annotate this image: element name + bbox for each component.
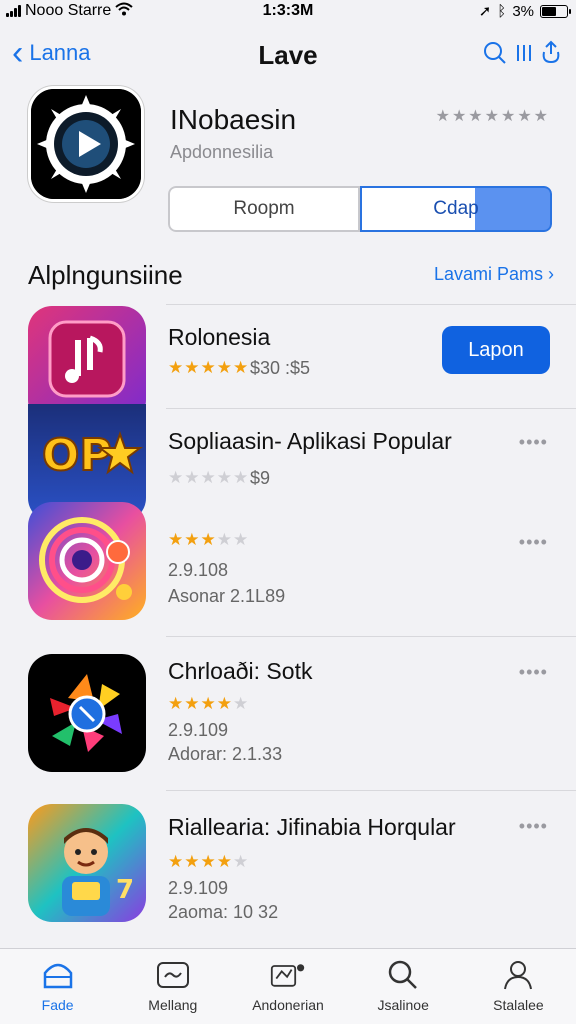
app-header: INobaesin Apdonnesilia ★★★★★★★ Roopm Cda…	[0, 86, 576, 246]
stars-empty: ★★	[216, 530, 250, 549]
tab-label: Jsalinoe	[377, 997, 429, 1013]
item-title: Sopliaasin- Aplikasi Popular	[168, 428, 452, 454]
tab-search[interactable]: Jsalinoe	[346, 949, 461, 1024]
see-all-link[interactable]: Lavami Pams ›	[434, 264, 554, 285]
item-version: 2.9.108	[168, 560, 229, 580]
app-icon	[28, 86, 144, 202]
tab-profile[interactable]: Stalalee	[461, 949, 576, 1024]
app-name: INobaesin	[170, 104, 297, 135]
item-size: Asonar 2.1L89	[168, 586, 286, 606]
tab-games[interactable]: Mellang	[115, 949, 230, 1024]
stars-filled: ★★★	[168, 530, 217, 549]
battery-icon	[540, 4, 571, 18]
divider	[166, 790, 576, 791]
get-button[interactable]: Lapon	[442, 326, 550, 374]
segmented-control: Roopm Cdap	[168, 186, 552, 232]
rating-stars: ★★★★★	[168, 852, 249, 872]
share-icon[interactable]	[540, 40, 562, 72]
character-app-icon: 7	[28, 804, 146, 922]
tab-bar: Fade Mellang Andonerian Jsalinoe Stalale…	[0, 948, 576, 1024]
more-button[interactable]: ••••	[519, 432, 548, 453]
profile-icon	[500, 959, 536, 991]
list-item[interactable]: Chrloaði: Sotk ★★★★★ 2.9.109 Adorar: 2.1…	[0, 638, 576, 788]
item-version: 2.9.109	[168, 720, 229, 740]
tab-apps[interactable]: Andonerian	[230, 949, 345, 1024]
more-button[interactable]: ••••	[519, 816, 548, 837]
battery-percent: 3%	[512, 2, 534, 20]
list-item[interactable]: 7 Riallearia: Jifinabia Horqular ★★★★★ 2…	[0, 792, 576, 944]
item-title: Chrloaði: Sotk	[168, 658, 313, 684]
tab-label: Andonerian	[252, 997, 324, 1013]
stars-filled: ★★★★★	[168, 358, 250, 377]
tab-label: Stalalee	[493, 997, 544, 1013]
games-icon	[155, 959, 191, 991]
rating-stars: ★★★★★	[168, 530, 249, 550]
status-bar: Nooo Starre 1:3:3M ➚ ᛒ 3%	[0, 0, 576, 22]
item-title: Rolonesia	[168, 324, 271, 350]
location-icon: ➚	[478, 3, 492, 20]
stars-empty: ★★★★★	[168, 468, 250, 487]
bluetooth-icon: ᛒ	[497, 2, 507, 20]
rating-stars: ★★★★★	[168, 694, 249, 714]
tab-label: Fade	[41, 997, 74, 1013]
tab-label: Mellang	[148, 997, 198, 1013]
list-item[interactable]: ★★★★★ 2.9.108 Asonar 2.1L89 ••••	[0, 502, 576, 634]
segment-left-button[interactable]: Roopm	[168, 186, 360, 232]
today-icon	[40, 959, 76, 991]
list-item[interactable]: OP Sopliaasin- Aplikasi Popular ★★★★★ $9…	[0, 404, 576, 522]
app-subtitle: Apdonnesilia	[170, 142, 274, 162]
app-rating-stars: ★★★★★★★	[435, 108, 550, 125]
burst-app-icon	[28, 654, 146, 772]
search-icon[interactable]	[482, 40, 508, 72]
stars-empty: ★	[232, 694, 250, 713]
stars-empty: ★	[232, 852, 250, 871]
more-button[interactable]: ••••	[519, 662, 548, 683]
rating-stars: ★★★★★	[168, 358, 249, 378]
divider	[166, 304, 576, 305]
item-size: Adorar: 2.1.33	[168, 744, 283, 764]
battery-fill	[542, 6, 557, 16]
svg-text:OP: OP	[42, 430, 112, 481]
rating-stars: ★★★★★	[168, 468, 249, 488]
stars-filled: ★★★★	[168, 852, 233, 871]
nav-actions	[482, 40, 562, 72]
circle-app-icon	[28, 502, 146, 620]
status-right: ➚ ᛒ 3%	[478, 2, 571, 20]
item-size: 2aoma: 10 32	[168, 902, 279, 922]
segment-right-button[interactable]: Cdap	[360, 186, 552, 232]
item-version: 2.9.109	[168, 878, 229, 898]
stars-filled: ★★★★	[168, 694, 233, 713]
more-button[interactable]: ••••	[519, 532, 548, 553]
item-price: $30 :$5	[250, 358, 311, 378]
item-title: Riallearia: Jifinabia Horqular	[168, 814, 456, 840]
divider	[166, 408, 576, 409]
item-price: $9	[250, 468, 271, 488]
divider	[166, 636, 576, 637]
list-icon[interactable]	[514, 41, 534, 71]
list-item[interactable]: Rolonesia ★★★★★ $30 :$5 Lapon	[0, 306, 576, 424]
navigation-bar: ‹ Lanna Lave	[0, 30, 576, 80]
tab-today[interactable]: Fade	[0, 949, 115, 1024]
svg-text:7: 7	[116, 875, 134, 905]
section-header: Alplngunsiine Lavami Pams ›	[0, 258, 576, 294]
search-icon	[385, 959, 421, 991]
section-title: Alplngunsiine	[28, 260, 183, 290]
apps-icon	[270, 959, 306, 991]
